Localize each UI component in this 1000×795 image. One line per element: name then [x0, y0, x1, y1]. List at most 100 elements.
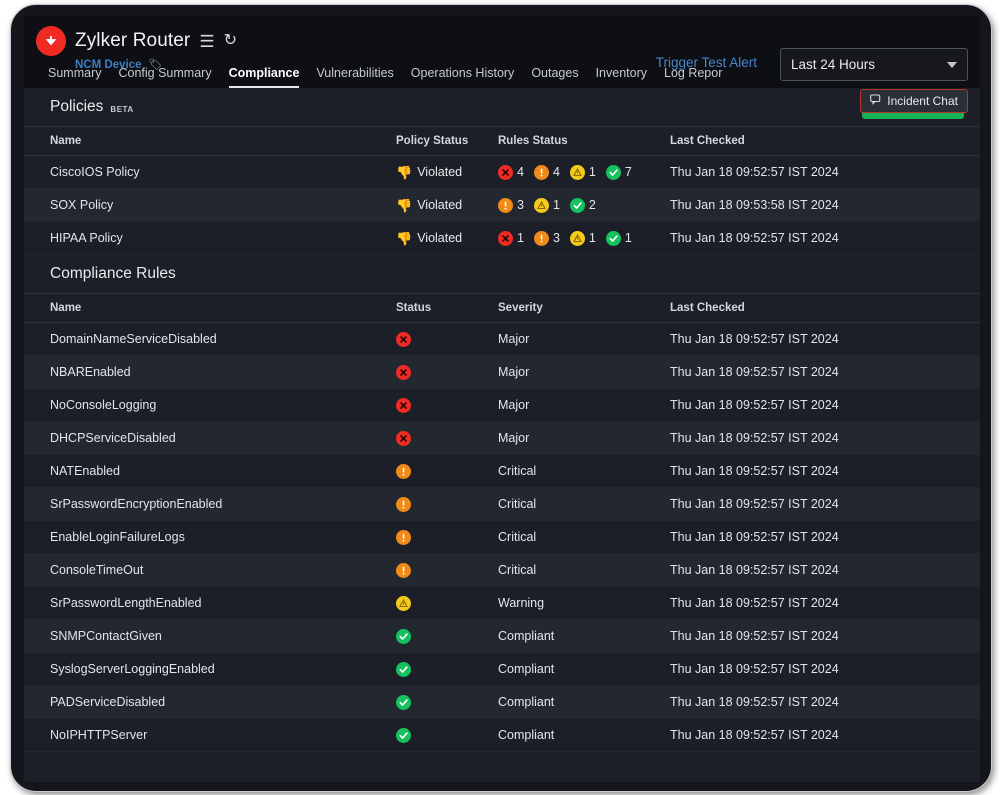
tab-vulnerabilities[interactable]: Vulnerabilities [316, 66, 393, 88]
rule-status-cell [396, 620, 498, 653]
tab-operations-history[interactable]: Operations History [411, 66, 515, 88]
policy-name: SOX Policy [24, 189, 396, 222]
compliance-rule-row[interactable]: NATEnabledCriticalThu Jan 18 09:52:57 IS… [24, 455, 980, 488]
rule-name: NBAREnabled [24, 356, 396, 389]
compliance-rule-row[interactable]: SyslogServerLoggingEnabled CompliantThu J… [24, 653, 980, 686]
compliance-rule-row[interactable]: EnableLoginFailureLogsCriticalThu Jan 18… [24, 521, 980, 554]
rule-severity: Warning [498, 587, 670, 620]
rule-last-checked: Thu Jan 18 09:52:57 IST 2024 [670, 422, 980, 455]
compliance-rule-row[interactable]: SNMPContactGivenCompliantThu Jan 18 09:5… [24, 620, 980, 653]
tab-log-repor[interactable]: Log Repor [664, 66, 722, 88]
policy-rules-status-cell: 312 [498, 189, 670, 222]
rule-name: SyslogServerLoggingEnabled [24, 653, 396, 686]
policy-status-label: Violated [417, 231, 462, 245]
tab-bar: Summary Config Summary Compliance Vulnerabi… [48, 62, 722, 88]
rules-count: 1 [589, 165, 596, 179]
policies-col-rules: Rules Status [498, 127, 670, 156]
beta-badge: BETA [110, 105, 133, 114]
rule-status-cell [396, 455, 498, 488]
rules-count: 4 [517, 165, 524, 179]
time-range-value: Last 24 Hours [791, 57, 947, 72]
status-compliant-icon [396, 629, 411, 644]
compliance-rule-row[interactable]: NoIPHTTPServerCompliantThu Jan 18 09:52:… [24, 719, 980, 752]
status-compliant-icon [396, 728, 411, 743]
tab-compliance[interactable]: Compliance [229, 66, 300, 88]
status-critical-icon [396, 530, 411, 545]
rule-status-cell [396, 521, 498, 554]
status-compliant-icon [396, 662, 411, 677]
chevron-down-icon [947, 62, 957, 68]
rule-name: ConsoleTimeOut [24, 554, 396, 587]
status-critical-icon [396, 497, 411, 512]
policy-status-cell: 👎 Violated [396, 189, 498, 222]
rules-count: 3 [517, 198, 524, 212]
rule-last-checked: Thu Jan 18 09:52:57 IST 2024 [670, 455, 980, 488]
rules-col-last: Last Checked [670, 294, 980, 323]
policies-col-name: Name [24, 127, 396, 156]
policy-row[interactable]: HIPAA Policy👎Violated1311Thu Jan 18 09:5… [24, 222, 980, 255]
rule-severity: Compliant [498, 686, 670, 719]
rule-name: SrPasswordLengthEnabled [24, 587, 396, 620]
compliance-rule-row[interactable]: ConsoleTimeOutCriticalThu Jan 18 09:52:5… [24, 554, 980, 587]
compliance-rule-row[interactable]: SrPasswordLengthEnabledWarningThu Jan 18… [24, 587, 980, 620]
policies-title: Policies [50, 98, 103, 116]
status-compliant-icon [606, 231, 621, 246]
policies-table: Name Policy Status Rules Status Last Che… [24, 126, 980, 255]
rule-severity: Critical [498, 554, 670, 587]
rule-severity: Critical [498, 488, 670, 521]
status-error-icon [498, 231, 513, 246]
tab-summary[interactable]: Summary [48, 66, 101, 88]
rule-status-cell [396, 323, 498, 356]
policy-last-checked: Thu Jan 18 09:52:57 IST 2024 [670, 156, 980, 189]
status-error-icon [396, 431, 411, 446]
tab-config-summary[interactable]: Config Summary [118, 66, 211, 88]
rule-last-checked: Thu Jan 18 09:52:57 IST 2024 [670, 356, 980, 389]
hamburger-menu-icon[interactable]: ☰ [199, 33, 214, 50]
rules-col-name: Name [24, 294, 396, 323]
refresh-icon[interactable]: ↻ [224, 33, 237, 49]
compliance-rule-row[interactable]: DHCPServiceDisabledMajorThu Jan 18 09:52… [24, 422, 980, 455]
app-screen: Zylker Router ☰ ↻ NCM Device 🏷 Trigger T… [24, 16, 980, 782]
rules-count: 4 [553, 165, 560, 179]
rule-status-cell [396, 389, 498, 422]
rule-severity: Major [498, 422, 670, 455]
thumbs-down-icon: 👎 [396, 199, 412, 212]
rule-status-cell [396, 686, 498, 719]
status-critical-icon [498, 198, 513, 213]
rule-last-checked: Thu Jan 18 09:52:57 IST 2024 [670, 389, 980, 422]
tab-outages[interactable]: Outages [531, 66, 578, 88]
status-critical-icon [396, 464, 411, 479]
time-range-select[interactable]: Last 24 Hours [780, 48, 968, 81]
compliance-rules-section-header: Compliance Rules [24, 255, 980, 293]
rule-status-cell [396, 356, 498, 389]
rule-severity: Compliant [498, 653, 670, 686]
tab-inventory[interactable]: Inventory [596, 66, 647, 88]
compliance-rule-row[interactable]: NBAREnabledMajorThu Jan 18 09:52:57 IST … [24, 356, 980, 389]
status-compliant-icon [396, 695, 411, 710]
policies-header-row: Name Policy Status Rules Status Last Che… [24, 127, 980, 156]
status-warning-icon [396, 596, 411, 611]
rule-status-cell [396, 554, 498, 587]
rules-count: 1 [625, 231, 632, 245]
compliance-rule-row[interactable]: SrPasswordEncryptionEnabledCriticalThu J… [24, 488, 980, 521]
policy-status-label: Violated [417, 198, 462, 212]
thumbs-down-icon: 👎 [396, 232, 412, 245]
policies-col-last: Last Checked [670, 127, 980, 156]
policy-row[interactable]: CiscoIOS Policy👎Violated4417Thu Jan 18 0… [24, 156, 980, 189]
compliance-rule-row[interactable]: NoConsoleLoggingMajorThu Jan 18 09:52:57… [24, 389, 980, 422]
policy-row[interactable]: SOX Policy👎Violated312Thu Jan 18 09:53:5… [24, 189, 980, 222]
policy-status-cell: 👎Violated [396, 156, 498, 189]
rule-last-checked: Thu Jan 18 09:52:57 IST 2024 [670, 653, 980, 686]
rules-col-severity: Severity [498, 294, 670, 323]
rules-count: 3 [553, 231, 560, 245]
compliance-rule-row[interactable]: DomainNameServiceDisabledMajorThu Jan 18… [24, 323, 980, 356]
rule-name: SrPasswordEncryptionEnabled [24, 488, 396, 521]
status-warning-icon [534, 198, 549, 213]
rule-name: DomainNameServiceDisabled [24, 323, 396, 356]
rules-count: 2 [589, 198, 596, 212]
rule-last-checked: Thu Jan 18 09:52:57 IST 2024 [670, 686, 980, 719]
compliance-rule-row[interactable]: PADServiceDisabledCompliantThu Jan 18 09… [24, 686, 980, 719]
rule-severity: Major [498, 389, 670, 422]
status-warning-icon [570, 165, 585, 180]
incident-chat-button[interactable]: Incident Chat [860, 89, 968, 113]
